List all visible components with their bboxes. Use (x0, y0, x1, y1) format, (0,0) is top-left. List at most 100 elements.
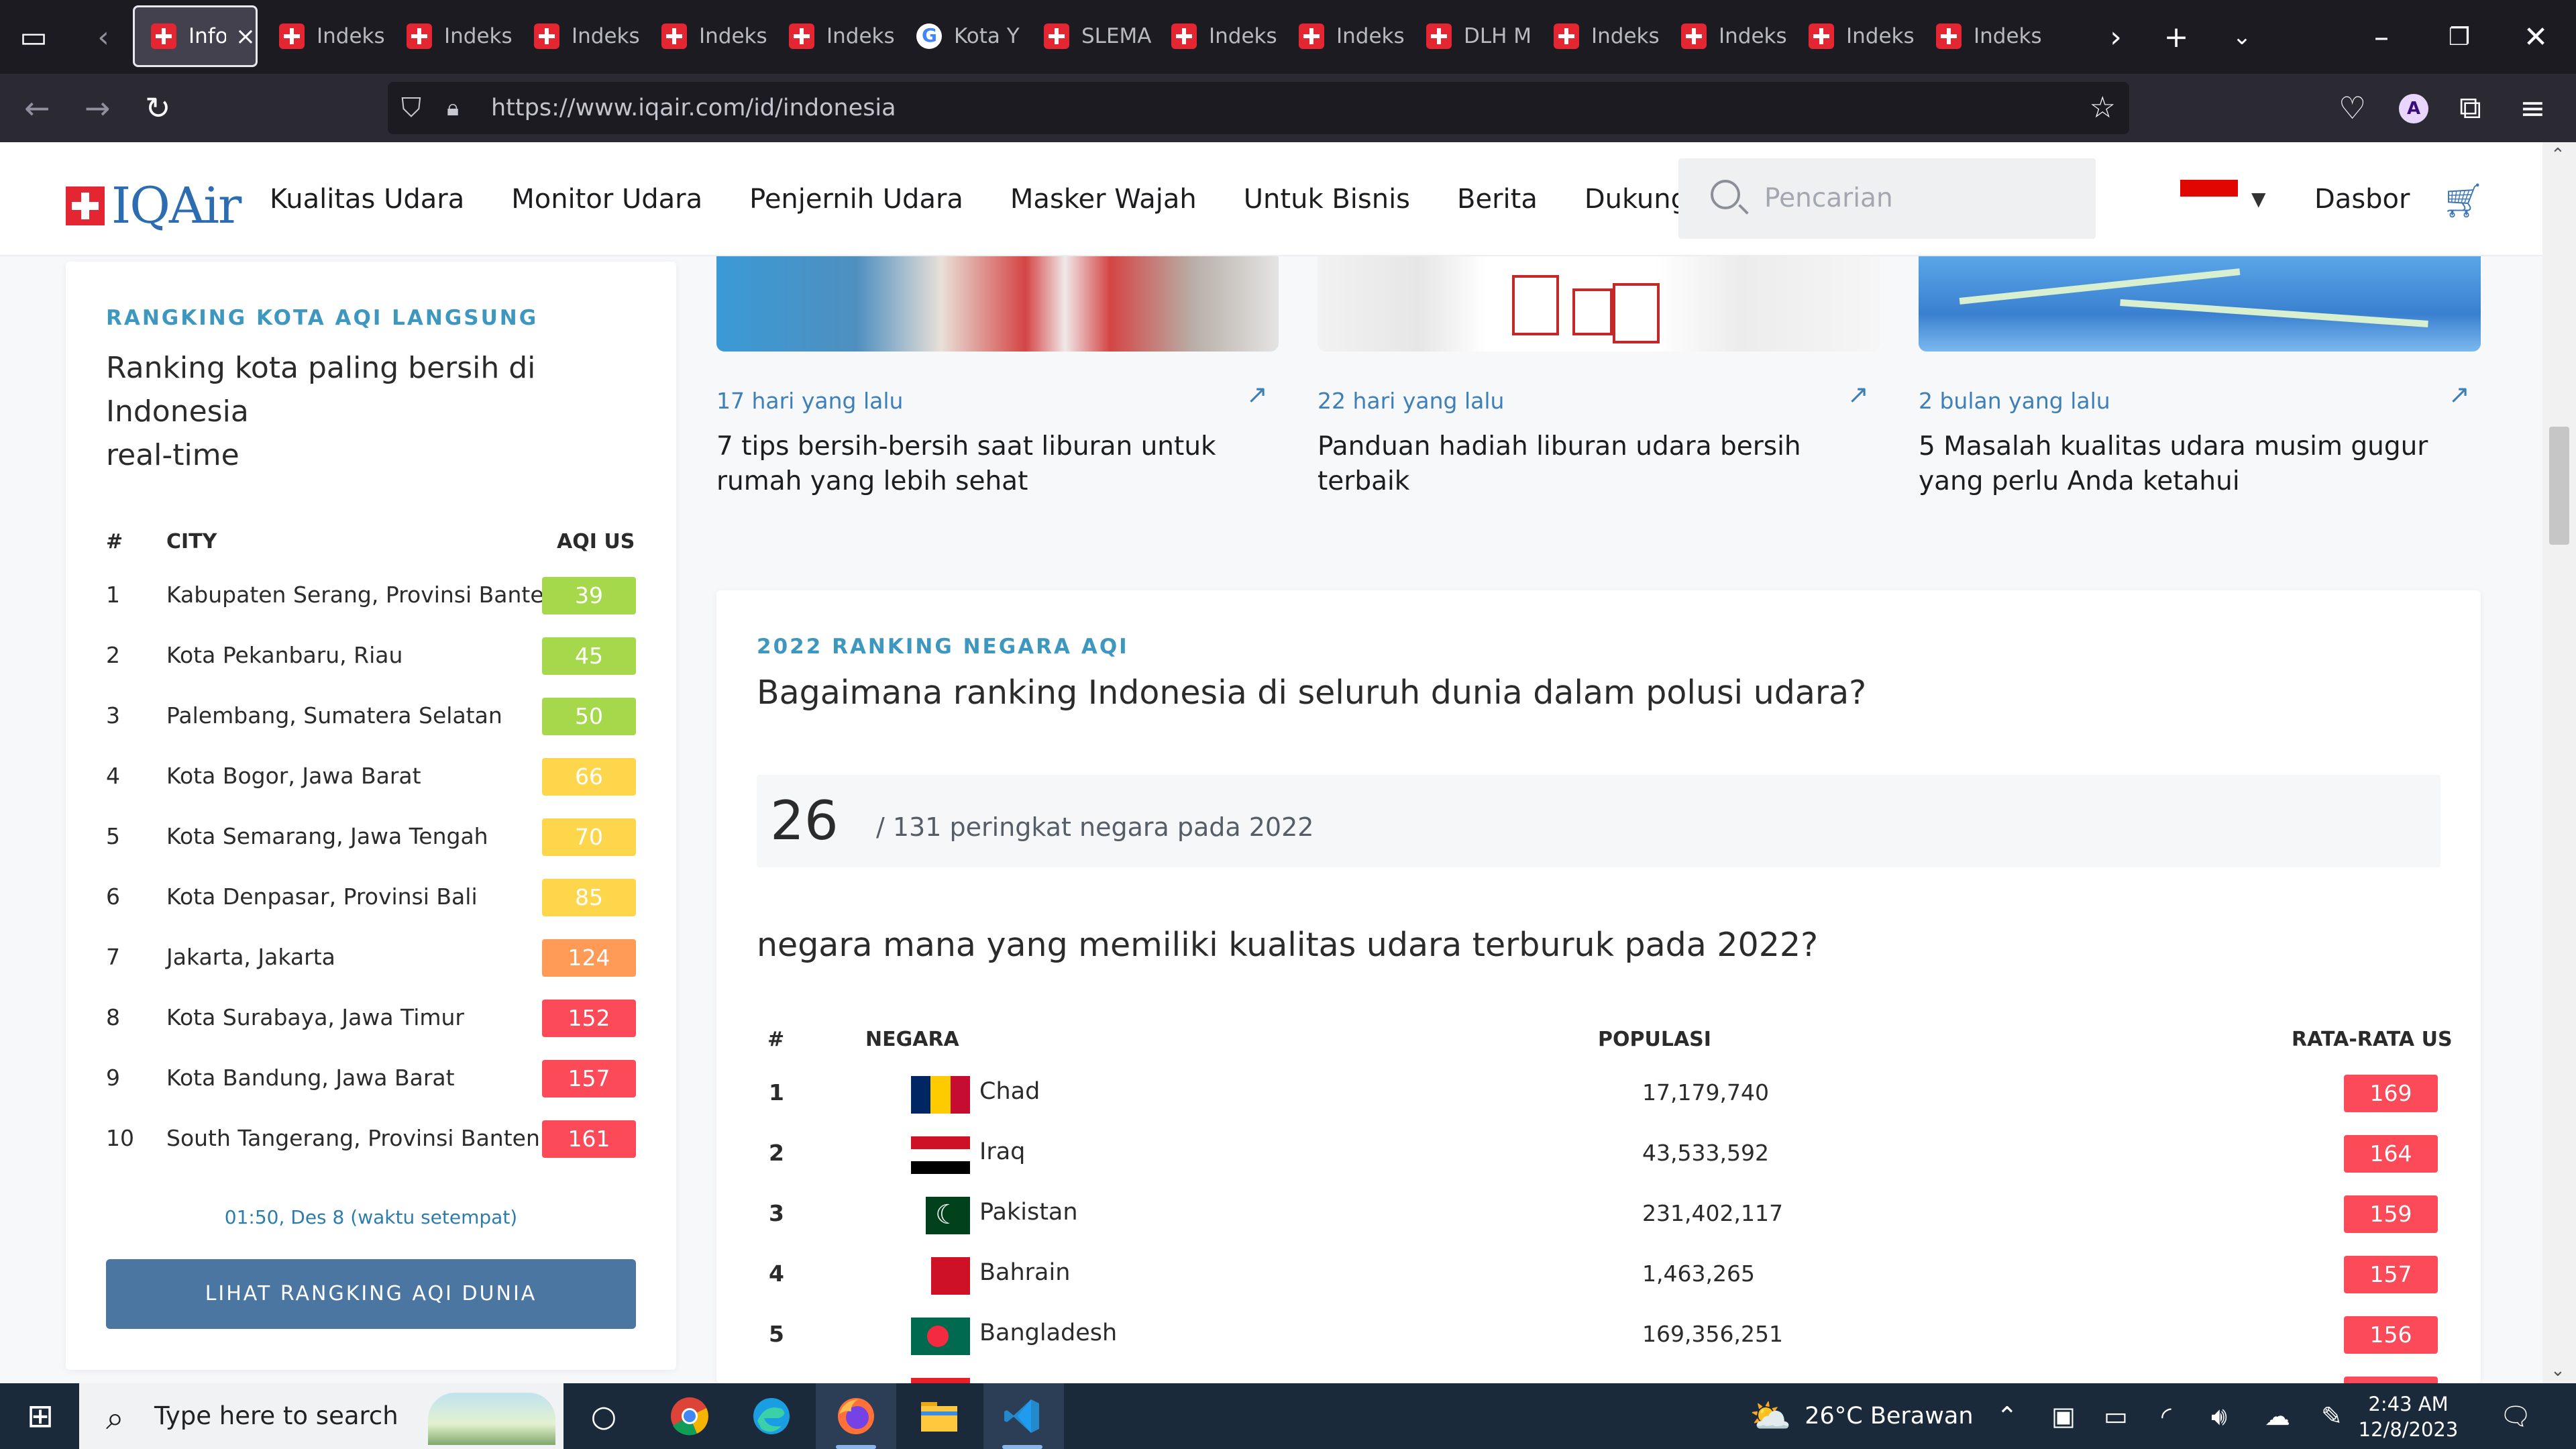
country-row[interactable]: 4 Bahrain 1,463,265 157 (757, 1244, 2440, 1304)
tabs-scroll-left-icon[interactable]: ‹ (83, 0, 123, 74)
meet-now-icon[interactable]: ▣ (2051, 1383, 2076, 1449)
city-row[interactable]: 3 Palembang, Sumatera Selatan 50 (106, 686, 636, 746)
city-name[interactable]: Kota Pekanbaru, Riau (166, 625, 402, 686)
iqair-logo[interactable]: IQAir (66, 177, 241, 235)
battery-icon[interactable]: ▭ (2104, 1383, 2128, 1449)
onedrive-offline-icon[interactable]: ☁ (2265, 1383, 2290, 1449)
city-row[interactable]: 7 Jakarta, Jakarta 124 (106, 927, 636, 987)
url-text[interactable]: https://www.iqair.com/id/indonesia (491, 82, 896, 134)
news-image-3[interactable] (1919, 256, 2481, 352)
volume-icon[interactable]: 🔊︎ (2211, 1383, 2227, 1449)
vscode-icon[interactable] (1001, 1383, 1044, 1449)
bookmark-star-icon[interactable]: ☆ (2090, 82, 2116, 134)
tab-list-icon[interactable]: ▭ (13, 0, 54, 74)
news-1-title[interactable]: 7 tips bersih-bersih saat liburan untuk … (716, 429, 1260, 499)
external-arrow-icon[interactable]: ↗ (1847, 380, 1869, 409)
close-tab-icon[interactable]: × (235, 23, 256, 50)
country-name[interactable]: Chad (979, 1063, 1040, 1120)
firefox-icon[interactable] (835, 1383, 877, 1449)
city-row[interactable]: 5 Kota Semarang, Jawa Tengah 70 (106, 806, 636, 867)
external-arrow-icon[interactable]: ↗ (1246, 380, 1268, 409)
scroll-down-arrow-icon[interactable]: ⌄ (2551, 1360, 2565, 1381)
extensions-icon[interactable]: ⧉ (2459, 74, 2481, 142)
task-view-icon[interactable]: ○ (582, 1383, 625, 1449)
city-name[interactable]: Jakarta, Jakarta (166, 927, 335, 987)
tab-13[interactable]: Indeks (1792, 5, 1917, 67)
account-avatar[interactable]: A (2399, 94, 2428, 123)
country-row-partial[interactable] (757, 1364, 2440, 1383)
network-icon[interactable]: ◜ (2161, 1383, 2171, 1449)
new-tab-icon[interactable]: + (2156, 0, 2196, 74)
city-row[interactable]: 10 South Tangerang, Provinsi Banten 161 (106, 1108, 636, 1169)
tab-6[interactable]: Kota Y (900, 5, 1025, 67)
news-2-title[interactable]: Panduan hadiah liburan udara bersih terb… (1318, 429, 1861, 499)
chrome-icon[interactable] (668, 1383, 711, 1449)
country-name[interactable]: Bahrain (979, 1244, 1070, 1301)
tab-2[interactable]: Indeks (390, 5, 515, 67)
restore-window-icon[interactable]: ❐ (2432, 0, 2486, 74)
country-name[interactable]: Bangladesh (979, 1304, 1117, 1362)
tab-0[interactable]: Info × (133, 5, 258, 67)
country-name[interactable]: Iraq (979, 1123, 1025, 1181)
forward-icon[interactable]: → (85, 74, 111, 142)
address-bar[interactable]: ⛉ 🔒︎ https://www.iqair.com/id/indonesia … (388, 82, 2129, 134)
app-menu-icon[interactable]: ≡ (2520, 74, 2546, 142)
menu-monitor-udara[interactable]: Monitor Udara (511, 184, 702, 215)
file-explorer-icon[interactable] (918, 1383, 961, 1449)
menu-penjernih-udara[interactable]: Penjernih Udara (749, 184, 963, 215)
city-row[interactable]: 4 Kota Bogor, Jawa Barat 66 (106, 746, 636, 806)
city-name[interactable]: South Tangerang, Provinsi Banten (166, 1108, 540, 1169)
dashboard-link[interactable]: Dasbor (2314, 142, 2410, 256)
language-caret-down-icon[interactable]: ▼ (2251, 188, 2266, 210)
pocket-icon[interactable]: ♡ (2339, 74, 2366, 142)
reload-icon[interactable]: ↻ (145, 74, 171, 142)
tracking-protection-shield-icon[interactable]: ⛉ (401, 82, 421, 134)
minimize-window-icon[interactable]: – (2355, 0, 2408, 74)
tab-11[interactable]: Indeks (1538, 5, 1662, 67)
system-clock[interactable]: 2:43 AM 12/8/2023 (2355, 1391, 2462, 1442)
cart-icon[interactable]: 🛒︎ (2442, 181, 2484, 221)
taskbar-search-box[interactable]: ⌕ Type here to search (79, 1383, 564, 1449)
menu-berita[interactable]: Berita (1457, 184, 1538, 215)
tab-8[interactable]: Indeks (1155, 5, 1280, 67)
tab-overflow-chevron-icon[interactable]: ⌄ (2222, 0, 2262, 74)
windows-start-icon[interactable]: ⊞ (19, 1383, 62, 1449)
news-image-2[interactable] (1318, 256, 1880, 352)
close-window-icon[interactable]: ✕ (2509, 0, 2563, 74)
country-row[interactable]: 2 Iraq 43,533,592 164 (757, 1123, 2440, 1183)
country-row[interactable]: 3 Pakistan 231,402,117 159 (757, 1183, 2440, 1244)
city-row[interactable]: 9 Kota Bandung, Jawa Barat 157 (106, 1048, 636, 1108)
tab-14[interactable]: Indeks (1920, 5, 2081, 67)
tab-7[interactable]: SLEMA (1028, 5, 1152, 67)
notifications-icon[interactable]: 🗨︎ (2500, 1383, 2532, 1449)
city-row[interactable]: 8 Kota Surabaya, Jawa Timur 152 (106, 987, 636, 1048)
pen-workspace-icon[interactable]: ✎ (2321, 1383, 2343, 1449)
menu-untuk-bisnis[interactable]: Untuk Bisnis (1244, 184, 1410, 215)
city-row[interactable]: 1 Kabupaten Serang, Provinsi Banten 39 (106, 565, 636, 625)
tab-9[interactable]: Indeks (1283, 5, 1407, 67)
scroll-up-arrow-icon[interactable]: ⌃ (2551, 145, 2565, 165)
city-name[interactable]: Kota Bandung, Jawa Barat (166, 1048, 455, 1108)
menu-kualitas-udara[interactable]: Kualitas Udara (270, 184, 464, 215)
show-hidden-icons-chevron-icon[interactable]: ⌃ (1996, 1383, 2018, 1449)
page-scrollbar[interactable]: ⌃ ⌄ (2542, 142, 2576, 1383)
edge-icon[interactable] (750, 1383, 793, 1449)
indonesia-flag-icon[interactable] (2180, 180, 2238, 213)
external-arrow-icon[interactable]: ↗ (2449, 380, 2470, 409)
city-row[interactable]: 2 Kota Pekanbaru, Riau 45 (106, 625, 636, 686)
city-name[interactable]: Kota Semarang, Jawa Tengah (166, 806, 488, 867)
site-search-input[interactable]: Pencarian (1678, 158, 2096, 239)
menu-masker-wajah[interactable]: Masker Wajah (1010, 184, 1197, 215)
tab-1[interactable]: Indeks (263, 5, 388, 67)
city-name[interactable]: Kota Bogor, Jawa Barat (166, 746, 421, 806)
weather-widget[interactable]: ⛅ 26°C Berawan (1750, 1383, 1974, 1449)
city-row[interactable]: 6 Kota Denpasar, Provinsi Bali 85 (106, 867, 636, 927)
scrollbar-thumb[interactable] (2549, 427, 2569, 545)
country-name[interactable]: Pakistan (979, 1183, 1078, 1241)
tabs-scroll-right-icon[interactable]: › (2096, 0, 2136, 74)
city-name[interactable]: Palembang, Sumatera Selatan (166, 686, 502, 746)
tab-12[interactable]: Indeks (1665, 5, 1790, 67)
news-3-title[interactable]: 5 Masalah kualitas udara musim gugur yan… (1919, 429, 2462, 499)
tab-3[interactable]: Indeks (518, 5, 643, 67)
lock-icon[interactable]: 🔒︎ (447, 82, 459, 134)
